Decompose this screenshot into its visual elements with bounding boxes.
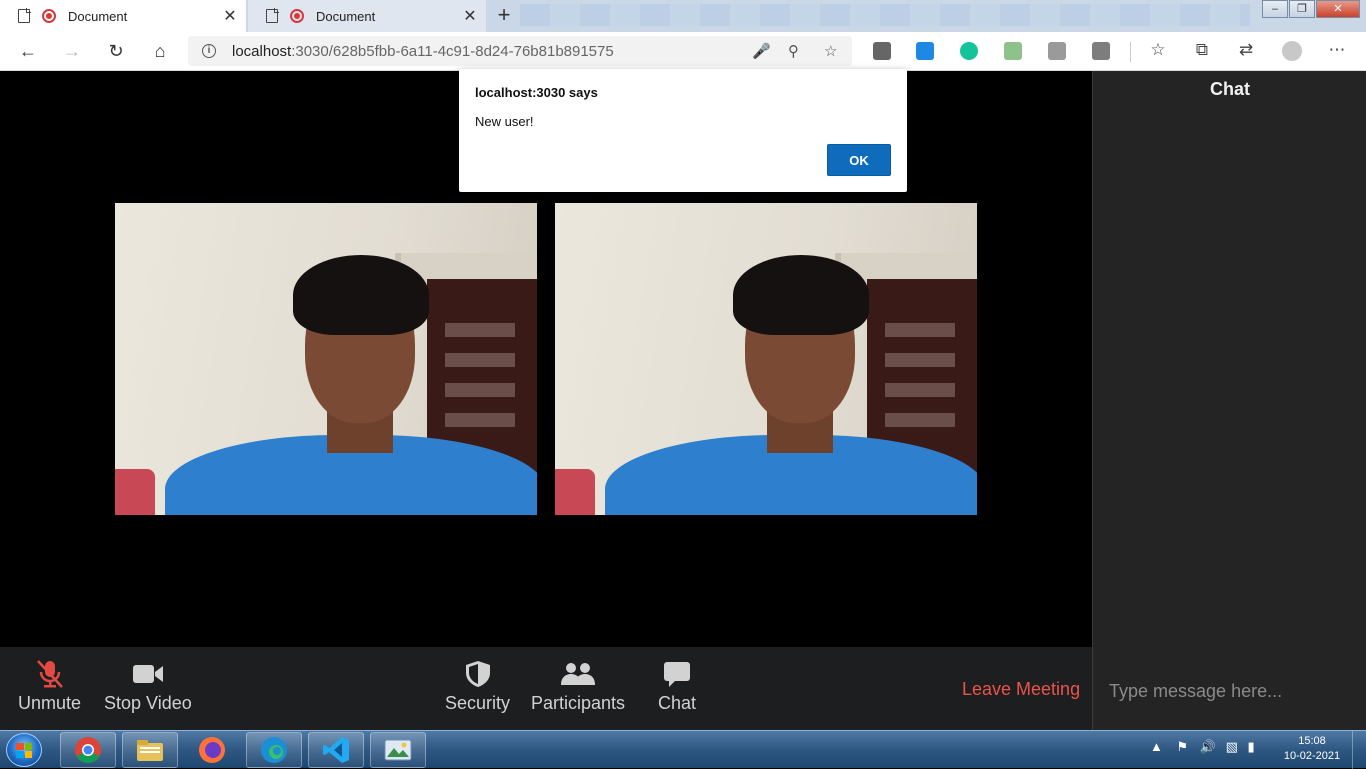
stop-video-button[interactable]: Stop Video <box>104 659 192 714</box>
favorites-icon[interactable]: ☆ <box>1147 40 1169 60</box>
clock-time: 15:08 <box>1298 735 1326 747</box>
extension-icon[interactable] <box>1048 42 1066 60</box>
new-tab-button[interactable]: + <box>490 4 518 28</box>
chat-panel-title: Chat <box>1210 79 1250 99</box>
participants-icon <box>560 659 596 689</box>
unmute-button[interactable]: Unmute <box>18 659 81 714</box>
close-tab-icon[interactable]: ✕ <box>458 6 482 26</box>
edge-taskbar-button[interactable] <box>246 732 302 768</box>
browser-toolbar: ← → ↻ ⌂ i localhost:3030/628b5fbb-6a11-4… <box>0 32 1366 71</box>
taskbar-clock[interactable]: 15:08 10-02-2021 <box>1280 734 1344 764</box>
tab-title: Document <box>68 8 128 24</box>
clock-date: 10-02-2021 <box>1283 750 1341 762</box>
chat-message-input[interactable] <box>1093 671 1366 711</box>
video-camera-icon <box>132 659 164 689</box>
start-button[interactable] <box>6 733 42 767</box>
leave-meeting-button[interactable]: Leave Meeting <box>962 679 1080 700</box>
back-button[interactable]: ← <box>16 40 40 64</box>
url-text: localhost:3030/628b5fbb-6a11-4c91-8d24-7… <box>232 42 614 60</box>
grammarly-icon[interactable] <box>960 42 978 60</box>
recording-icon <box>290 9 304 23</box>
extension-icon[interactable] <box>916 42 934 60</box>
recording-icon <box>42 9 56 23</box>
show-hidden-icons-icon[interactable]: ▲ <box>1150 739 1163 754</box>
network-signal-icon[interactable]: ▧ <box>1226 739 1238 754</box>
windows-logo-icon <box>16 743 32 758</box>
page-icon <box>18 8 31 23</box>
microphone-icon[interactable]: 🎤 <box>752 42 771 60</box>
meeting-controls: Unmute Stop Video Security Participants … <box>0 647 1092 730</box>
photo-viewer-icon <box>384 739 412 761</box>
stop-video-label: Stop Video <box>104 693 192 713</box>
chat-bubble-icon <box>663 659 691 689</box>
desktop-background <box>520 4 1250 26</box>
participants-button[interactable]: Participants <box>531 659 625 714</box>
profile-avatar[interactable] <box>1282 41 1302 61</box>
vscode-taskbar-button[interactable] <box>308 732 364 768</box>
close-window-button[interactable]: ✕ <box>1316 0 1360 18</box>
forward-button[interactable]: → <box>60 40 84 64</box>
ok-button[interactable]: OK <box>827 144 891 176</box>
tab-document-active[interactable]: Document ✕ <box>0 0 246 32</box>
extension-icon[interactable] <box>873 42 891 60</box>
site-info-icon[interactable]: i <box>202 44 216 58</box>
system-tray: ▲ ⚑ 🔊 ▧ ▮ <box>1150 739 1255 755</box>
muted-microphone-icon <box>34 659 66 689</box>
chrome-taskbar-button[interactable] <box>60 732 116 768</box>
file-explorer-icon <box>137 740 163 761</box>
vscode-icon <box>323 737 349 763</box>
close-tab-icon[interactable]: ✕ <box>218 6 242 26</box>
shield-icon <box>465 659 491 689</box>
add-favorite-icon[interactable]: ☆ <box>824 42 837 60</box>
firefox-taskbar-button[interactable] <box>184 732 240 768</box>
video-tile-remote <box>555 203 977 515</box>
participants-label: Participants <box>531 693 626 713</box>
browser-tab-strip: Document ✕ Document ✕ + – ❐ ✕ <box>0 0 1366 32</box>
show-desktop-button[interactable] <box>1352 731 1366 769</box>
restore-button[interactable]: ❐ <box>1289 0 1315 18</box>
refresh-button[interactable]: ↻ <box>104 40 128 64</box>
chat-button[interactable]: Chat <box>658 659 696 714</box>
windows-taskbar: ▲ ⚑ 🔊 ▧ ▮ 15:08 10-02-2021 <box>0 730 1366 769</box>
unmute-label: Unmute <box>18 693 82 713</box>
more-menu-icon[interactable]: ⋯ <box>1326 40 1348 60</box>
photo-viewer-taskbar-button[interactable] <box>370 732 426 768</box>
chat-panel: Chat <box>1092 71 1366 730</box>
tab-document-inactive[interactable]: Document ✕ <box>248 0 486 32</box>
battery-icon[interactable]: ▮ <box>1248 739 1255 754</box>
file-explorer-taskbar-button[interactable] <box>122 732 178 768</box>
collections-icon[interactable]: ⧉ <box>1191 40 1213 60</box>
edge-icon <box>261 737 287 763</box>
security-label: Security <box>445 693 511 713</box>
address-bar[interactable]: i localhost:3030/628b5fbb-6a11-4c91-8d24… <box>188 36 852 66</box>
volume-icon[interactable]: 🔊 <box>1200 739 1216 754</box>
action-center-flag-icon[interactable]: ⚑ <box>1177 739 1189 754</box>
page-icon <box>266 8 279 23</box>
window-controls: – ❐ ✕ <box>1261 0 1360 18</box>
chat-label: Chat <box>658 693 697 713</box>
alert-message: New user! <box>475 114 534 129</box>
extension-icon[interactable] <box>1092 42 1110 60</box>
zoom-icon[interactable]: ⚲ <box>788 42 799 60</box>
security-button[interactable]: Security <box>445 659 510 714</box>
alert-dialog: localhost:3030 says New user! OK <box>459 69 907 192</box>
tab-title: Document <box>316 8 376 24</box>
extension-icon[interactable] <box>1004 42 1022 60</box>
firefox-icon <box>199 737 225 763</box>
toolbar-divider <box>1130 42 1131 62</box>
chrome-icon <box>75 737 101 764</box>
video-tile-local <box>115 203 537 515</box>
sync-icon[interactable]: ⇄ <box>1235 40 1257 60</box>
home-button[interactable]: ⌂ <box>148 40 172 64</box>
minimize-button[interactable]: – <box>1262 0 1288 18</box>
alert-origin: localhost:3030 says <box>475 85 598 100</box>
